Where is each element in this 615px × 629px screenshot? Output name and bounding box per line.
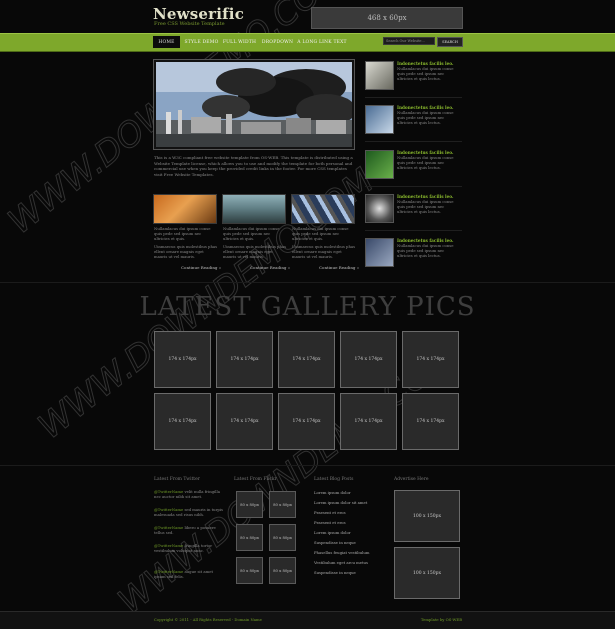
gallery-item[interactable]: 174 x 174px: [402, 393, 459, 450]
sidebar-thumbnail[interactable]: [365, 194, 394, 223]
column-text: Uinmaecus quis molestibus phas ellent or…: [154, 244, 218, 259]
advert-box[interactable]: 100 x 150px: [394, 547, 460, 599]
gallery-item[interactable]: 174 x 174px: [340, 331, 397, 388]
search-input[interactable]: Search Our Website...: [383, 37, 435, 45]
tweet: @TwitterName velit nulla fringilla nec a…: [154, 489, 224, 500]
article-thumbnail[interactable]: [291, 194, 355, 224]
blog-post-link[interactable]: Lorem ipsum dolor sit amet: [314, 500, 367, 505]
flickr-thumbnail[interactable]: 80 x 80px: [269, 557, 296, 584]
divider: [365, 230, 462, 231]
sidebar-post-text: Nullamlacus dui ipsum conse quis pede se…: [397, 199, 454, 214]
continue-reading-link[interactable]: Continue Reading »: [250, 265, 290, 270]
search-button[interactable]: SEARCH: [437, 37, 463, 47]
sidebar-thumbnail[interactable]: [365, 238, 394, 267]
gallery-item[interactable]: 174 x 174px: [278, 393, 335, 450]
flickr-thumbnail[interactable]: 80 x 80px: [236, 557, 263, 584]
divider: [365, 97, 462, 98]
divider: [365, 141, 462, 142]
divider: [0, 465, 615, 466]
divider: [365, 186, 462, 187]
article-thumbnail[interactable]: [153, 194, 217, 224]
sidebar-post-text: Nullamlacus dui ipsum conse quis pede se…: [397, 66, 454, 81]
article-thumbnail[interactable]: [222, 194, 286, 224]
blog-heading: Latest Blog Posts: [314, 477, 354, 482]
site-tagline: Free CSS Website Template: [154, 21, 225, 27]
featured-image[interactable]: [153, 59, 355, 150]
flickr-thumbnail[interactable]: 80 x 80px: [236, 491, 263, 518]
flickr-thumbnail[interactable]: 80 x 80px: [269, 491, 296, 518]
nav-item-full-width[interactable]: FULL WIDTH: [221, 36, 258, 48]
sidebar-thumbnail[interactable]: [365, 61, 394, 90]
nav-item-long-link[interactable]: A LONG LINK TEXT: [297, 36, 347, 48]
gallery-item[interactable]: 174 x 174px: [402, 331, 459, 388]
column-text: Uinmaecus quis molestibus phas ellent or…: [223, 244, 287, 259]
blog-post-link[interactable]: Suspendisse in neque: [314, 540, 356, 545]
blog-post-link[interactable]: Praesent et eros: [314, 520, 346, 525]
column-text: Nullamlacus dui ipsum conse quis pede se…: [154, 226, 211, 241]
gallery-item[interactable]: 174 x 174px: [154, 393, 211, 450]
gallery-item[interactable]: 174 x 174px: [216, 393, 273, 450]
blog-post-link[interactable]: Suspendisse in neque: [314, 570, 356, 575]
sidebar-post-text: Nullamlacus dui ipsum conse quis pede se…: [397, 110, 454, 125]
continue-reading-link[interactable]: Continue Reading »: [319, 265, 359, 270]
tweet: @TwitterName sed mauris in turpis malesu…: [154, 507, 224, 518]
gallery-item[interactable]: 174 x 174px: [340, 393, 397, 450]
sidebar-thumbnail[interactable]: [365, 105, 394, 134]
blog-post-link[interactable]: Phasellus feugiat vestibulum: [314, 550, 369, 555]
tweet: @TwitterName augue sit amet ipsum sed fe…: [154, 569, 224, 580]
header-banner-ad[interactable]: 468 x 60px: [311, 7, 463, 29]
blog-post-link[interactable]: Lorem ipsum dolor: [314, 530, 351, 535]
gallery-item[interactable]: 174 x 174px: [278, 331, 335, 388]
divider: [0, 282, 615, 283]
blog-post-link[interactable]: Lorem ipsum dolor: [314, 490, 351, 495]
blog-post-link[interactable]: Vestibulum eget arcu metus: [314, 560, 368, 565]
sidebar-post-text: Nullamlacus dui ipsum conse quis pede se…: [397, 243, 454, 258]
advert-box[interactable]: 100 x 150px: [394, 490, 460, 542]
nav-item-style-demo[interactable]: STYLE DEMO: [183, 36, 220, 48]
blog-post-link[interactable]: Praesent et eros: [314, 510, 346, 515]
sidebar-thumbnail[interactable]: [365, 150, 394, 179]
advertise-heading: Advertise Here: [394, 477, 429, 482]
gallery-title: LATEST GALLERY PICS: [139, 292, 476, 322]
column-text: Uinmaecus quis molestibus phas ellent or…: [292, 244, 356, 259]
template-credit-link[interactable]: Template by OS-WEB: [400, 617, 462, 622]
nav-item-dropdown[interactable]: DROPDOWN: [259, 36, 296, 48]
copyright-text: Copyright © 2011 - All Rights Reserved -…: [154, 617, 262, 622]
flickr-thumbnail[interactable]: 80 x 80px: [269, 524, 296, 551]
column-text: Nullamlacus dui ipsum conse quis pede se…: [292, 226, 349, 241]
column-text: Nullamlacus dui ipsum conse quis pede se…: [223, 226, 280, 241]
twitter-heading: Latest From Twitter: [154, 477, 200, 482]
continue-reading-link[interactable]: Continue Reading »: [181, 265, 221, 270]
tweet: @TwitterName fringilla tortor vestibulum…: [154, 543, 224, 554]
intro-text: This is a W3C compliant free website tem…: [154, 155, 353, 177]
gallery-item[interactable]: 174 x 174px: [216, 331, 273, 388]
tweet: @TwitterName libero a posuere tellus sed…: [154, 525, 224, 536]
footer-bar: [0, 611, 615, 629]
gallery-item[interactable]: 174 x 174px: [154, 331, 211, 388]
flickr-thumbnail[interactable]: 80 x 80px: [236, 524, 263, 551]
sidebar-post-text: Nullamlacus dui ipsum conse quis pede se…: [397, 155, 454, 170]
nav-item-home[interactable]: HOME: [153, 36, 180, 48]
flickr-heading: Latest From Flickr: [234, 477, 277, 482]
